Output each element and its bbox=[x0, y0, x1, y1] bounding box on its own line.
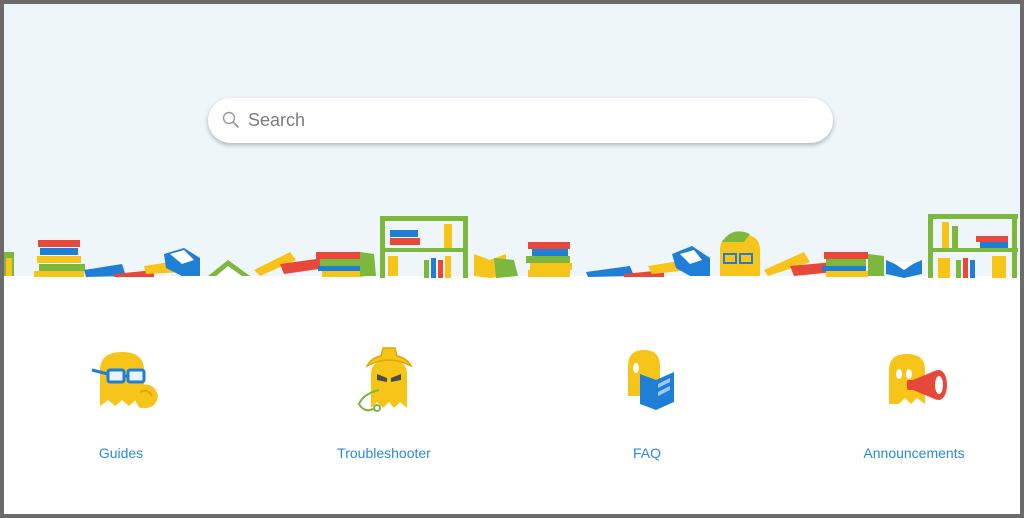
ghost-megaphone-icon bbox=[889, 354, 947, 404]
search-box[interactable] bbox=[208, 98, 833, 143]
category-label: Troubleshooter bbox=[337, 445, 431, 461]
help-center-page: Guides Troubleshooter FAQ bbox=[4, 4, 1020, 514]
category-label: Guides bbox=[98, 445, 144, 461]
category-guides-link[interactable]: Guides bbox=[26, 334, 216, 484]
category-faq-link[interactable]: FAQ bbox=[552, 334, 742, 484]
category-label: Announcements bbox=[863, 445, 965, 461]
category-announcements-link[interactable]: Announcements bbox=[819, 334, 1009, 484]
ghost-reading-book-icon bbox=[628, 350, 674, 410]
ghost-detective-icon bbox=[357, 347, 413, 412]
search-input[interactable] bbox=[248, 104, 818, 137]
category-label: FAQ bbox=[632, 445, 661, 461]
search-icon bbox=[222, 111, 239, 128]
hero-banner bbox=[4, 4, 1020, 278]
category-troubleshooter-link[interactable]: Troubleshooter bbox=[289, 334, 479, 484]
bookshelf-illustration bbox=[4, 214, 1018, 278]
ghost-with-glasses-icon bbox=[91, 352, 158, 409]
